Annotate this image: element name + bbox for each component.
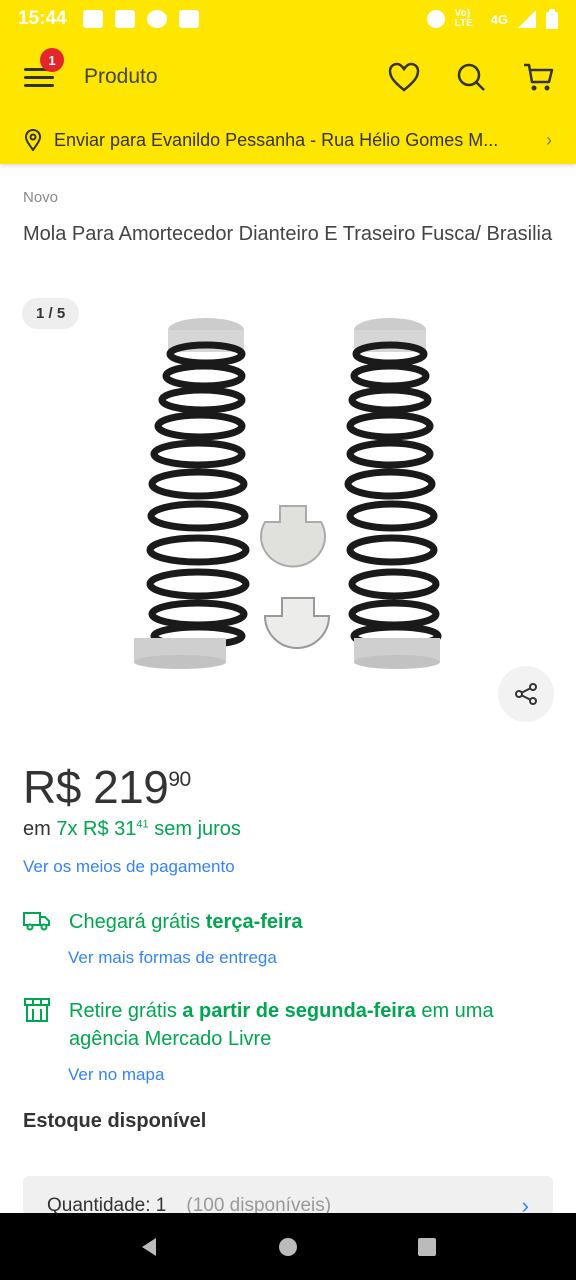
installments-prefix: em [23, 818, 51, 840]
product-price: R$ 21990 [23, 760, 191, 814]
stock-title: Estoque disponível [23, 1110, 207, 1132]
payment-methods-link[interactable]: Ver os meios de pagamento [23, 857, 235, 877]
notification-icons [82, 10, 199, 28]
pickup-row: Retire grátis a partir de segunda-feira … [23, 997, 539, 1053]
shipping-address-bar[interactable]: Enviar para Evanildo Pessanha - Rua Héli… [0, 116, 576, 164]
pickup-text: Retire grátis a partir de segunda-feira … [69, 1000, 494, 1050]
map-link[interactable]: Ver no mapa [68, 1065, 164, 1085]
product-title: Mola Para Amortecedor Dianteiro E Trasei… [23, 223, 553, 245]
battery-icon [546, 9, 558, 29]
whatsapp-icon [146, 10, 167, 28]
youtube-icon [178, 10, 199, 28]
delivery-row: Chegará grátis terça-feira [23, 908, 539, 936]
favorite-heart-icon[interactable] [388, 62, 420, 92]
page-title: Produto [84, 65, 158, 88]
home-icon[interactable] [277, 1236, 299, 1258]
back-icon[interactable] [138, 1236, 160, 1258]
system-nav-bar [0, 1213, 576, 1280]
product-image[interactable] [128, 314, 448, 674]
installments-info: em 7x R$ 3141 sem juros [23, 818, 241, 841]
share-icon [515, 683, 537, 705]
product-gallery[interactable]: 1 / 5 [0, 296, 576, 736]
chevron-right-icon: › [546, 129, 552, 150]
menu-button[interactable]: 1 [22, 48, 64, 92]
app-bar: 1 Produto [0, 38, 576, 116]
delivery-options-link[interactable]: Ver mais formas de entrega [68, 948, 277, 968]
store-icon [24, 998, 50, 1022]
search-icon[interactable] [456, 62, 486, 92]
installments-value: 7x R$ 3141 sem juros [56, 818, 241, 840]
price-integer: 219 [93, 761, 169, 813]
notification-badge: 1 [40, 48, 64, 72]
cart-icon[interactable] [522, 62, 554, 92]
product-condition: Novo [23, 189, 59, 206]
alarm-icon [426, 10, 445, 28]
delivery-text: Chegará grátis terça-feira [69, 911, 303, 933]
network-type: 4G [490, 11, 508, 27]
truck-icon [23, 912, 50, 931]
gallery-counter: 1 / 5 [22, 298, 80, 329]
status-time: 15:44 [18, 8, 67, 29]
recents-icon[interactable] [416, 1236, 438, 1258]
signal-icon [518, 10, 536, 28]
price-cents: 90 [168, 768, 191, 791]
volte-label: Vo) LTE [454, 8, 473, 29]
message-icon [114, 10, 135, 28]
shipping-address-text: Enviar para Evanildo Pessanha - Rua Héli… [54, 129, 499, 150]
price-currency: R$ [23, 761, 81, 813]
share-button[interactable] [498, 666, 554, 722]
gallery-icon [82, 10, 103, 28]
location-pin-icon [24, 129, 42, 151]
status-bar: 15:44 Vo) LTE 4G [0, 0, 576, 38]
